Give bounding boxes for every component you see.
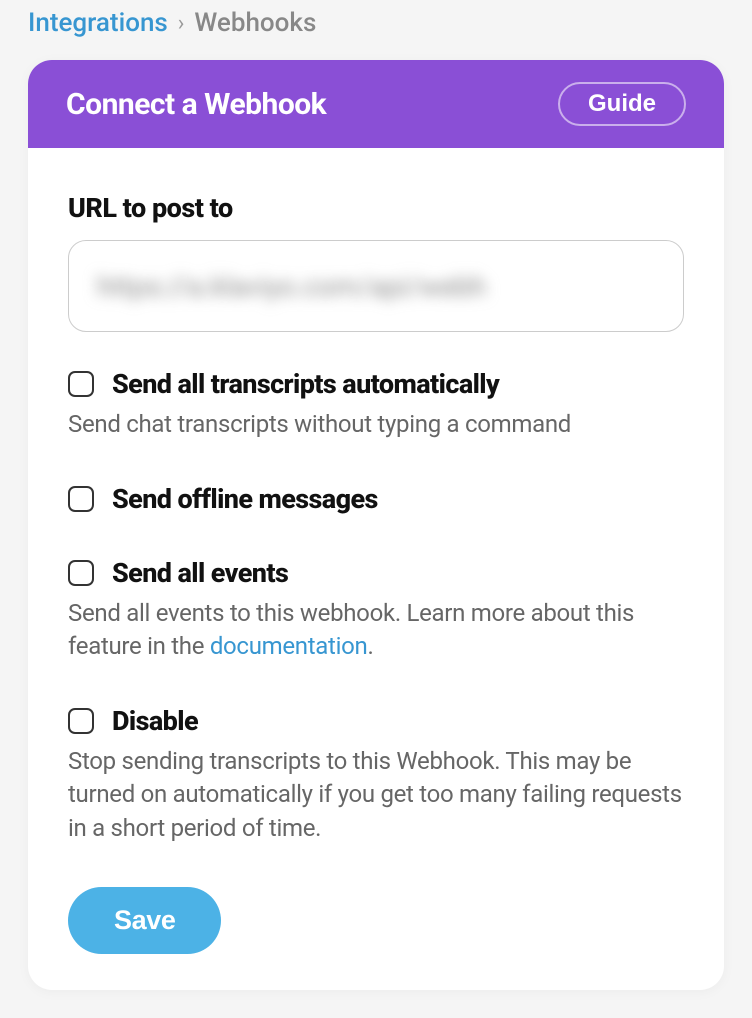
- page-title: Connect a Webhook: [66, 87, 326, 122]
- breadcrumb-parent-link[interactable]: Integrations: [28, 8, 168, 38]
- option-desc-suffix: .: [368, 632, 374, 660]
- option-send-events: Send all events Send all events to this …: [68, 557, 684, 663]
- option-title: Disable: [112, 705, 198, 737]
- checkbox-send-events[interactable]: [68, 560, 94, 586]
- breadcrumb-current: Webhooks: [194, 8, 316, 38]
- breadcrumb: Integrations › Webhooks: [28, 8, 724, 38]
- checkbox-send-transcripts[interactable]: [68, 371, 94, 397]
- option-desc: Send chat transcripts without typing a c…: [68, 408, 684, 441]
- option-send-transcripts: Send all transcripts automatically Send …: [68, 368, 684, 441]
- breadcrumb-separator: ›: [178, 11, 185, 36]
- guide-button[interactable]: Guide: [558, 82, 686, 126]
- save-button[interactable]: Save: [68, 887, 221, 954]
- option-title: Send all transcripts automatically: [112, 368, 499, 400]
- card-header: Connect a Webhook Guide: [28, 60, 724, 148]
- option-title: Send all events: [112, 557, 288, 589]
- checkbox-offline-messages[interactable]: [68, 486, 94, 512]
- option-desc: Send all events to this webhook. Learn m…: [68, 597, 684, 663]
- card-body: URL to post to https://a.klaviyo.com/api…: [28, 148, 724, 990]
- url-field-label: URL to post to: [68, 192, 684, 224]
- url-input-wrap[interactable]: https://a.klaviyo.com/api/webh: [68, 240, 684, 332]
- checkbox-disable[interactable]: [68, 708, 94, 734]
- documentation-link[interactable]: documentation: [210, 632, 368, 660]
- option-desc: Stop sending transcripts to this Webhook…: [68, 745, 684, 844]
- option-offline-messages: Send offline messages: [68, 483, 684, 515]
- webhook-card: Connect a Webhook Guide URL to post to h…: [28, 60, 724, 990]
- option-title: Send offline messages: [112, 483, 378, 515]
- option-disable: Disable Stop sending transcripts to this…: [68, 705, 684, 844]
